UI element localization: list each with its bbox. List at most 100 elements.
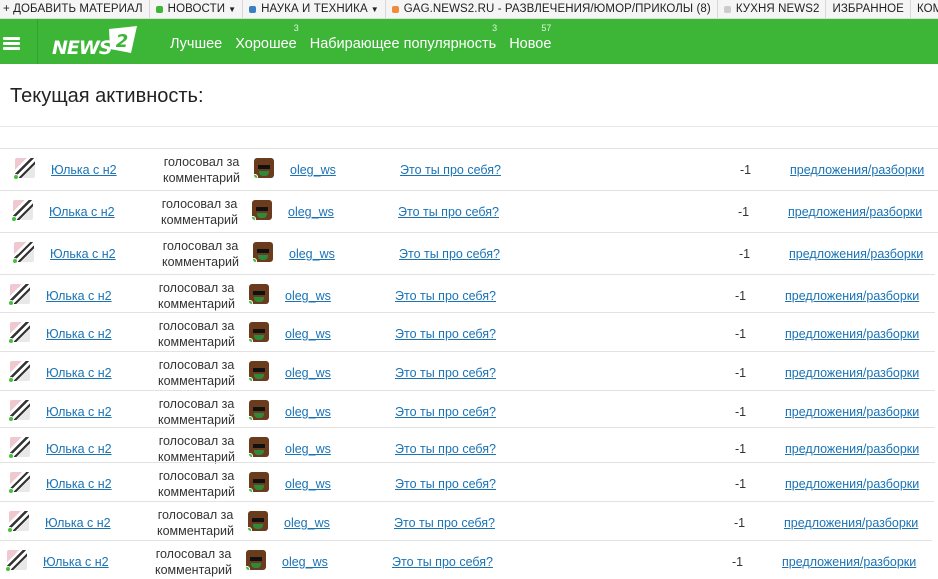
topbar-label: GAG.NEWS2.RU - РАЗВЛЕЧЕНИЯ/ЮМОР/ПРИКОЛЫ … bbox=[403, 3, 711, 15]
category-link[interactable]: предложения/разборки bbox=[789, 247, 923, 261]
online-status-icon bbox=[8, 453, 14, 459]
user-link[interactable]: Юлька с н2 bbox=[49, 205, 115, 219]
user-link[interactable]: Юлька с н2 bbox=[45, 516, 111, 530]
post-link[interactable]: Это ты про себя? bbox=[395, 442, 496, 456]
user-avatar[interactable] bbox=[8, 400, 30, 422]
topbar-label: НАУКА И ТЕХНИКА bbox=[261, 3, 368, 15]
user-link[interactable]: Юлька с н2 bbox=[46, 405, 112, 419]
target-user-link[interactable]: oleg_ws bbox=[284, 516, 330, 530]
target-user-avatar[interactable] bbox=[249, 284, 269, 304]
category-link[interactable]: предложения/разборки bbox=[785, 327, 919, 341]
add-material-link[interactable]: + ДОБАВИТЬ МАТЕРИАЛ bbox=[0, 0, 150, 18]
nav-label: Хорошее bbox=[235, 36, 297, 52]
user-link[interactable]: Юлька с н2 bbox=[46, 327, 112, 341]
target-user-avatar[interactable] bbox=[252, 200, 272, 220]
category-link[interactable]: предложения/разборки bbox=[782, 555, 916, 569]
post-link[interactable]: Это ты про себя? bbox=[399, 247, 500, 261]
topbar-label: + ДОБАВИТЬ МАТЕРИАЛ bbox=[3, 3, 143, 15]
user-link[interactable]: Юлька с н2 bbox=[46, 289, 112, 303]
post-link[interactable]: Это ты про себя? bbox=[395, 327, 496, 341]
comment-score: -1 bbox=[739, 247, 751, 261]
user-link[interactable]: Юлька с н2 bbox=[46, 442, 112, 456]
category-link[interactable]: предложения/разборки bbox=[784, 516, 918, 530]
online-status-icon bbox=[8, 377, 14, 383]
nav-new[interactable]: Новое 57 bbox=[509, 19, 551, 64]
logo-text: NEWS bbox=[52, 37, 113, 59]
target-user-link[interactable]: oleg_ws bbox=[285, 366, 331, 380]
nav-best[interactable]: Лучшее bbox=[170, 19, 222, 64]
post-link[interactable]: Это ты про себя? bbox=[394, 516, 495, 530]
target-user-link[interactable]: oleg_ws bbox=[285, 477, 331, 491]
user-avatar[interactable] bbox=[12, 242, 34, 264]
topbar-item-comments[interactable]: КОММЕНТАРИИ bbox=[911, 0, 938, 18]
target-user-link[interactable]: oleg_ws bbox=[285, 442, 331, 456]
category-link[interactable]: предложения/разборки bbox=[785, 477, 919, 491]
nav-good[interactable]: Хорошее 3 bbox=[235, 19, 298, 64]
user-link[interactable]: Юлька с н2 bbox=[50, 247, 116, 261]
comment-score: -1 bbox=[735, 405, 747, 419]
category-link[interactable]: предложения/разборки bbox=[785, 366, 919, 380]
user-avatar[interactable] bbox=[8, 361, 30, 383]
target-user-avatar[interactable] bbox=[249, 437, 269, 457]
target-user-link[interactable]: oleg_ws bbox=[285, 327, 331, 341]
activity-row: Юлька с н2 голосовал за комментарий oleg_w… bbox=[0, 462, 935, 500]
topbar-item-science[interactable]: НАУКА И ТЕХНИКА ▼ bbox=[243, 0, 386, 18]
category-link[interactable]: предложения/разборки bbox=[785, 442, 919, 456]
post-link[interactable]: Это ты про себя? bbox=[395, 405, 496, 419]
logo-mark-icon: 2 bbox=[109, 26, 137, 53]
user-avatar[interactable] bbox=[5, 550, 27, 572]
user-link[interactable]: Юлька с н2 bbox=[46, 477, 112, 491]
target-user-link[interactable]: oleg_ws bbox=[285, 289, 331, 303]
site-logo[interactable]: NEWS 2 bbox=[50, 25, 142, 59]
post-link[interactable]: Это ты про себя? bbox=[395, 477, 496, 491]
user-link[interactable]: Юлька с н2 bbox=[46, 366, 112, 380]
target-user-avatar[interactable] bbox=[249, 322, 269, 342]
action-text: голосовал за комментарий bbox=[157, 281, 236, 311]
user-avatar[interactable] bbox=[7, 511, 29, 533]
target-user-avatar[interactable] bbox=[249, 361, 269, 381]
nav-rising[interactable]: Набирающее популярность 3 bbox=[310, 19, 497, 64]
target-user-link[interactable]: oleg_ws bbox=[289, 247, 335, 261]
topbar-item-kitchen[interactable]: КУХНЯ NEWS2 bbox=[718, 0, 827, 18]
divider bbox=[37, 19, 38, 64]
target-user-avatar[interactable] bbox=[246, 550, 266, 570]
user-link[interactable]: Юлька с н2 bbox=[51, 163, 117, 177]
post-link[interactable]: Это ты про себя? bbox=[395, 289, 496, 303]
caret-down-icon: ▼ bbox=[370, 4, 379, 14]
user-avatar[interactable] bbox=[8, 437, 30, 459]
category-link[interactable]: предложения/разборки bbox=[785, 289, 919, 303]
topbar-item-news[interactable]: НОВОСТИ ▼ bbox=[150, 0, 244, 18]
post-link[interactable]: Это ты про себя? bbox=[400, 163, 501, 177]
target-user-link[interactable]: oleg_ws bbox=[282, 555, 328, 569]
action-text: голосовал за комментарий bbox=[157, 319, 236, 349]
topbar-label: КУХНЯ NEWS2 bbox=[735, 3, 820, 15]
user-link[interactable]: Юлька с н2 bbox=[43, 555, 109, 569]
post-link[interactable]: Это ты про себя? bbox=[398, 205, 499, 219]
target-user-link[interactable]: oleg_ws bbox=[288, 205, 334, 219]
target-user-avatar[interactable] bbox=[253, 242, 273, 262]
activity-row: Юлька с н2 голосовал за комментарий oleg_w… bbox=[0, 312, 935, 350]
category-link[interactable]: предложения/разборки bbox=[788, 205, 922, 219]
target-user-avatar[interactable] bbox=[249, 400, 269, 420]
user-avatar[interactable] bbox=[11, 200, 33, 222]
target-user-link[interactable]: oleg_ws bbox=[290, 163, 336, 177]
target-user-avatar[interactable] bbox=[254, 158, 274, 178]
online-status-icon bbox=[249, 338, 253, 342]
menu-icon[interactable] bbox=[3, 37, 20, 50]
user-avatar[interactable] bbox=[8, 284, 30, 306]
target-user-avatar[interactable] bbox=[249, 472, 269, 492]
post-link[interactable]: Это ты про себя? bbox=[392, 555, 493, 569]
target-user-link[interactable]: oleg_ws bbox=[285, 405, 331, 419]
topbar-label: ИЗБРАННОЕ bbox=[832, 3, 904, 15]
user-avatar[interactable] bbox=[13, 158, 35, 180]
category-dot-icon bbox=[723, 5, 731, 13]
topbar-item-gag[interactable]: GAG.NEWS2.RU - РАЗВЛЕЧЕНИЯ/ЮМОР/ПРИКОЛЫ … bbox=[386, 0, 718, 18]
category-link[interactable]: предложения/разборки bbox=[785, 405, 919, 419]
post-link[interactable]: Это ты про себя? bbox=[395, 366, 496, 380]
topbar-item-favorites[interactable]: ИЗБРАННОЕ bbox=[826, 0, 911, 18]
target-user-avatar[interactable] bbox=[248, 511, 268, 531]
online-status-icon bbox=[249, 453, 253, 457]
category-link[interactable]: предложения/разборки bbox=[790, 163, 924, 177]
user-avatar[interactable] bbox=[8, 322, 30, 344]
user-avatar[interactable] bbox=[8, 472, 30, 494]
